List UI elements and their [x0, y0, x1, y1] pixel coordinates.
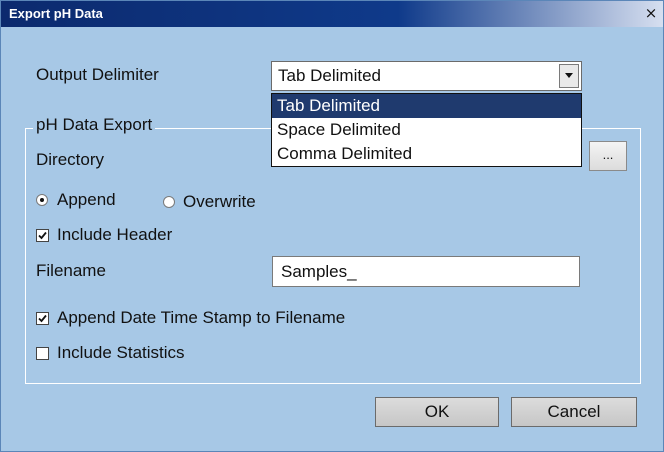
- checkmark-icon: [38, 314, 47, 323]
- output-delimiter-combo[interactable]: Tab Delimited: [271, 61, 582, 91]
- checkmark-icon: [38, 231, 47, 240]
- dropdown-option-tab[interactable]: Tab Delimited: [272, 94, 581, 118]
- delimiter-dropdown-list: Tab Delimited Space Delimited Comma Deli…: [271, 93, 582, 167]
- title-bar: Export pH Data ×: [1, 1, 663, 27]
- dropdown-option-space[interactable]: Space Delimited: [272, 118, 581, 142]
- cancel-button[interactable]: Cancel: [511, 397, 637, 427]
- dropdown-option-comma[interactable]: Comma Delimited: [272, 142, 581, 166]
- window-title: Export pH Data: [9, 6, 103, 21]
- filename-label: Filename: [36, 261, 106, 280]
- overwrite-label[interactable]: Overwrite: [183, 192, 256, 212]
- include-statistics-checkbox[interactable]: [36, 347, 49, 360]
- browse-button[interactable]: ...: [589, 141, 627, 171]
- include-statistics-label[interactable]: Include Statistics: [57, 343, 185, 363]
- ok-button[interactable]: OK: [375, 397, 499, 427]
- radio-dot-icon: [40, 198, 44, 202]
- output-delimiter-label: Output Delimiter: [36, 65, 159, 84]
- close-icon[interactable]: ×: [643, 4, 659, 22]
- append-label[interactable]: Append: [57, 190, 116, 210]
- append-timestamp-checkbox[interactable]: [36, 312, 49, 325]
- export-ph-data-dialog: Export pH Data × Output Delimiter Tab De…: [0, 0, 664, 452]
- filename-input[interactable]: Samples_: [272, 256, 580, 287]
- append-radio[interactable]: [36, 194, 48, 206]
- output-delimiter-value: Tab Delimited: [278, 66, 381, 85]
- include-header-label[interactable]: Include Header: [57, 225, 172, 245]
- append-timestamp-label[interactable]: Append Date Time Stamp to Filename: [57, 308, 345, 328]
- chevron-down-icon[interactable]: [559, 64, 579, 88]
- filename-value: Samples_: [281, 262, 357, 281]
- overwrite-radio[interactable]: [163, 196, 175, 208]
- directory-label: Directory: [36, 150, 105, 169]
- group-legend: pH Data Export: [33, 115, 156, 135]
- include-header-checkbox[interactable]: [36, 229, 49, 242]
